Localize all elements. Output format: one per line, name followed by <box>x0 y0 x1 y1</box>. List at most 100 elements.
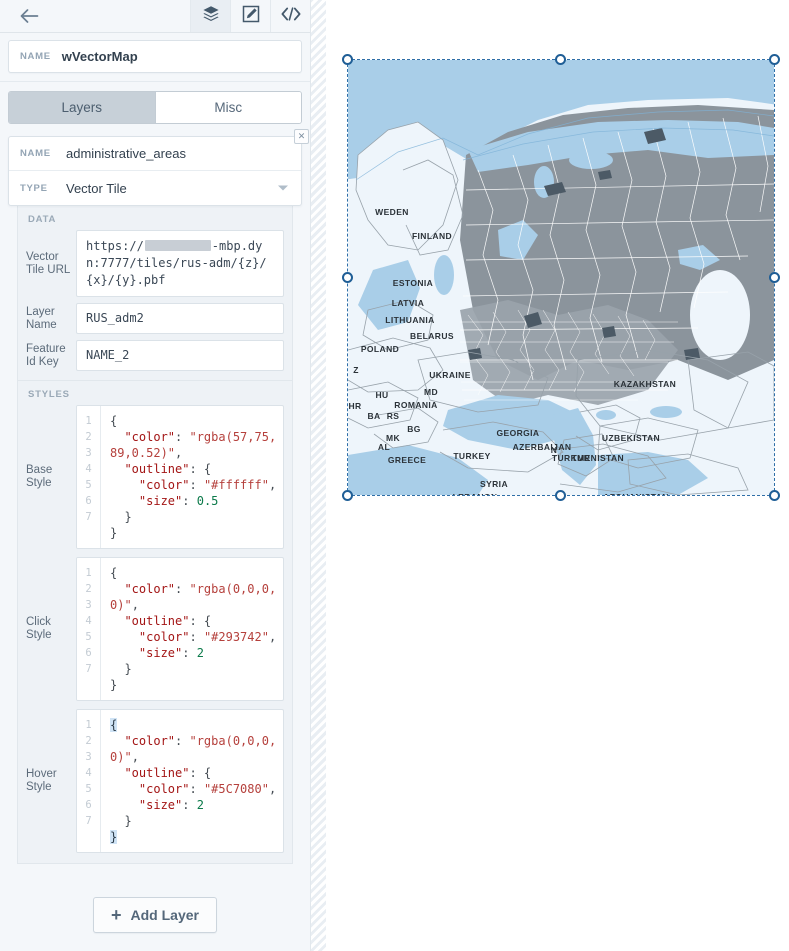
code-token: , <box>131 598 139 612</box>
url-prefix: https:// <box>86 239 144 253</box>
resize-handle-top-right[interactable] <box>769 54 780 65</box>
line-number: 7 <box>85 511 92 523</box>
code-token: : <box>175 582 190 596</box>
panel-body: ✕ NAME administrative_areas TYPE Vector … <box>0 124 310 951</box>
code-token: } <box>110 814 132 828</box>
code-token: "#5C7080" <box>203 782 269 796</box>
edit-pencil-icon <box>242 5 260 28</box>
styles-group-title: STYLES <box>28 389 70 400</box>
code-token: { <box>110 566 118 580</box>
style-editor-label: Click Style <box>26 616 52 641</box>
close-icon[interactable]: ✕ <box>294 129 309 144</box>
code-token: 0.5 <box>196 494 219 508</box>
code-brackets-icon <box>281 6 301 26</box>
line-number: 5 <box>85 631 92 643</box>
add-layer-button[interactable]: + Add Layer <box>93 897 217 933</box>
code-token: : <box>189 630 204 644</box>
edit-icon-button[interactable] <box>230 0 270 32</box>
code-token: : { <box>189 766 212 780</box>
code-content[interactable]: { "color": "rgba(0,0,0,0)", "outline": {… <box>101 710 283 852</box>
line-number: 3 <box>85 447 92 459</box>
vector-map[interactable]: WEDEN FINLAND ESTONIA LATVIA LITHUANIA BELARU… <box>348 60 774 495</box>
code-token: "#ffffff" <box>203 478 269 492</box>
code-token: { <box>110 718 118 732</box>
resize-handle-bottom-left[interactable] <box>342 490 353 501</box>
add-layer-bar: + Add Layer <box>0 885 310 951</box>
left-panel: NAME wVectorMap Layers Misc ✕ NAME admin… <box>0 0 327 951</box>
vector-tile-url-input[interactable]: https://-mbp.dyn:7777/tiles/rus-adm/{z}/… <box>76 230 284 297</box>
line-number: 6 <box>85 799 92 811</box>
widget-name-bar: NAME wVectorMap <box>0 33 310 82</box>
feature-id-key-input[interactable]: NAME_2 <box>76 340 284 371</box>
code-editor[interactable]: 1 2 3 4 5 6 7{ "color": "rgba(57,75,89,0.52)",… <box>76 405 284 549</box>
back-arrow-icon[interactable] <box>0 0 58 32</box>
layers-icon <box>202 5 220 28</box>
resize-handle-bottom-right[interactable] <box>769 490 780 501</box>
line-number: 4 <box>85 767 92 779</box>
map-widget[interactable]: WEDEN FINLAND ESTONIA LATVIA LITHUANIA BELARU… <box>342 54 780 501</box>
line-number: 6 <box>85 495 92 507</box>
line-number-gutter: 1 2 3 4 5 6 7 <box>77 558 101 700</box>
code-token: "color" <box>138 478 190 492</box>
code-token: "size" <box>138 798 183 812</box>
line-number: 3 <box>85 599 92 611</box>
code-token: 2 <box>196 646 204 660</box>
layer-type-label: TYPE <box>20 182 48 194</box>
code-token: "color" <box>124 734 176 748</box>
line-number: 5 <box>85 479 92 491</box>
add-layer-label: Add Layer <box>130 907 199 923</box>
code-token: "#293742" <box>203 630 269 644</box>
code-token: : <box>182 646 197 660</box>
line-number: 2 <box>85 735 92 747</box>
resize-handle-middle-left[interactable] <box>342 271 353 283</box>
code-editor[interactable]: 1 2 3 4 5 6 7 { "color": "rgba(0,0,0,0)", "outl… <box>76 557 284 701</box>
code-editor[interactable]: 1 2 3 4 5 6 7 { "color": "rgba(0,0,0,0)", "outl… <box>76 709 284 853</box>
widget-name-field[interactable]: NAME wVectorMap <box>8 40 302 73</box>
code-token: "size" <box>138 494 183 508</box>
code-token: , <box>268 630 277 644</box>
map-graphic <box>348 60 774 495</box>
code-token: { <box>110 414 118 428</box>
layer-name-row[interactable]: NAME administrative_areas <box>9 137 301 171</box>
code-content[interactable]: { "color": "rgba(0,0,0,0)", "outline": {… <box>101 558 283 700</box>
code-token: , <box>175 446 183 460</box>
field-label: Vector Tile URL <box>26 250 71 276</box>
code-token: : <box>189 782 204 796</box>
line-number: 1 <box>85 719 92 731</box>
layer-type-row[interactable]: TYPE Vector Tile <box>9 171 301 205</box>
code-token: "color" <box>138 630 190 644</box>
code-token: , <box>268 782 277 796</box>
resize-handle-top-left[interactable] <box>342 54 353 65</box>
field-layer-name: Layer Name RUS_adm2 <box>26 303 284 334</box>
resize-handle-bottom-middle[interactable] <box>555 490 566 501</box>
resize-handle-middle-right[interactable] <box>769 271 780 283</box>
style-editor-row: Base Style 1 2 3 4 5 6 7{ "color": "rgba(57,75,… <box>26 405 284 549</box>
layers-icon-button[interactable] <box>190 0 230 32</box>
code-token: : <box>189 478 204 492</box>
data-group-title: DATA <box>28 214 57 225</box>
line-number: 4 <box>85 615 92 627</box>
widget-name-value: wVectorMap <box>61 49 138 64</box>
code-token: "color" <box>124 582 176 596</box>
chevron-down-icon[interactable] <box>278 185 288 191</box>
code-token: : { <box>189 462 212 476</box>
resize-handle-top-middle[interactable] <box>555 54 566 65</box>
hatched-divider <box>310 0 326 951</box>
code-icon-button[interactable] <box>270 0 310 32</box>
panel-tabs: Layers Misc <box>8 91 302 124</box>
tab-misc[interactable]: Misc <box>154 92 301 123</box>
line-number: 2 <box>85 583 92 595</box>
data-group: DATA Vector Tile URL https://-mbp.dyn:77… <box>17 206 293 381</box>
tab-layers[interactable]: Layers <box>9 92 155 123</box>
redacted-host <box>144 240 211 251</box>
widget-name-label: NAME <box>20 51 51 62</box>
style-editor-label: Base Style <box>26 464 53 489</box>
layer-name-input[interactable]: RUS_adm2 <box>76 303 284 334</box>
line-number-gutter: 1 2 3 4 5 6 7 <box>77 406 101 548</box>
code-content[interactable]: { "color": "rgba(57,75,89,0.52)", "outli… <box>101 406 283 548</box>
